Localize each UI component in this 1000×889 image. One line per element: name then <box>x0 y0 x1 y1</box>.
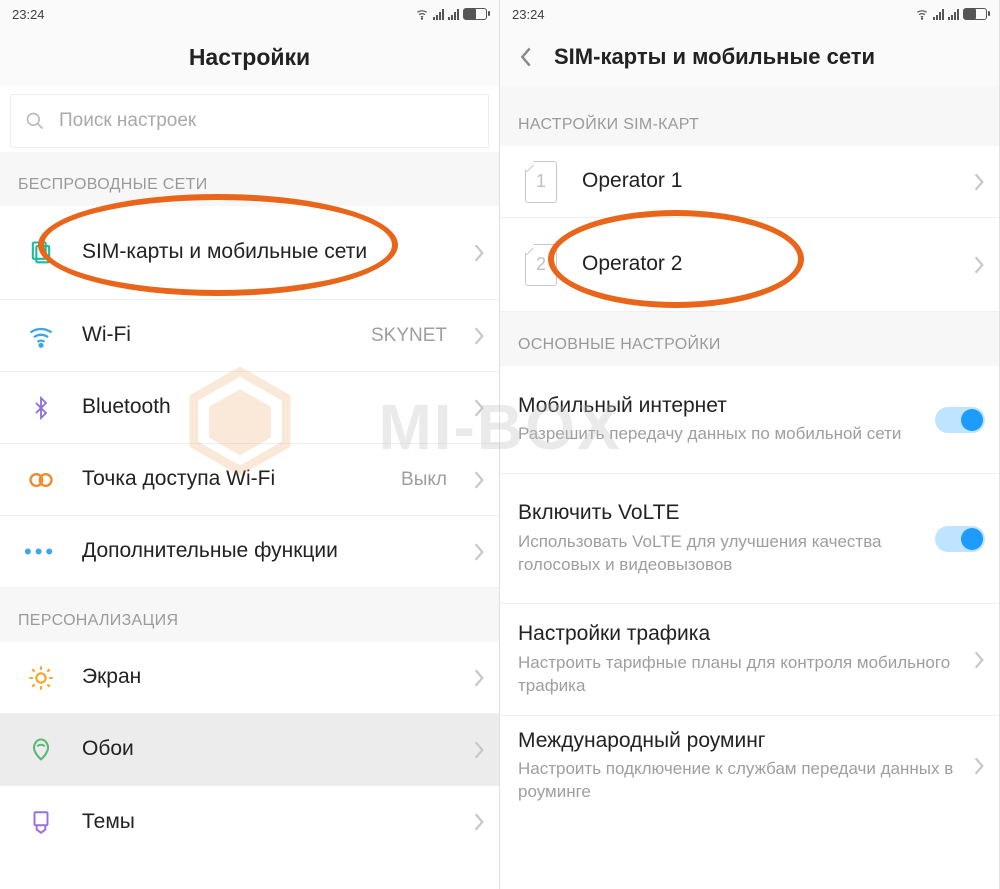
sim-number: 2 <box>536 254 546 275</box>
row-sim1[interactable]: 1 Operator 1 <box>500 146 999 218</box>
row-title: Темы <box>82 809 455 835</box>
search-icon <box>25 111 45 131</box>
row-title: SIM-карты и мобильные сети <box>82 239 455 265</box>
signal-icon <box>448 9 459 20</box>
chevron-right-icon <box>473 812 485 832</box>
wifi-icon <box>415 7 429 21</box>
wallpaper-icon <box>18 736 64 764</box>
row-subtitle: Использовать VoLTE для улучшения качеств… <box>518 531 917 577</box>
row-bluetooth[interactable]: Bluetooth <box>0 372 499 444</box>
chevron-right-icon <box>973 650 985 670</box>
status-time: 23:24 <box>512 7 545 22</box>
section-main: ОСНОВНЫЕ НАСТРОЙКИ <box>500 312 999 366</box>
battery-icon <box>463 8 487 20</box>
battery-icon <box>963 8 987 20</box>
section-personalization: ПЕРСОНАЛИЗАЦИЯ <box>0 588 499 642</box>
sim-number: 1 <box>536 171 546 192</box>
bluetooth-icon <box>18 394 64 422</box>
hotspot-icon <box>18 466 64 494</box>
row-display[interactable]: Экран <box>0 642 499 714</box>
chevron-right-icon <box>473 243 485 263</box>
row-more[interactable]: ••• Дополнительные функции <box>0 516 499 588</box>
row-title: Wi-Fi <box>82 322 353 348</box>
chevron-right-icon <box>973 255 985 275</box>
chevron-right-icon <box>973 756 985 776</box>
status-time: 23:24 <box>12 7 45 22</box>
row-hotspot[interactable]: Точка доступа Wi-Fi Выкл <box>0 444 499 516</box>
more-icon: ••• <box>18 539 64 565</box>
chevron-left-icon <box>519 46 533 68</box>
row-title: Operator 2 <box>582 251 955 277</box>
sim2-icon: 2 <box>518 244 564 286</box>
phone-settings: 23:24 Настройки Поиск настроек БЕСПРОВОД… <box>0 0 500 889</box>
back-button[interactable] <box>514 45 538 69</box>
row-mobile-data[interactable]: Мобильный интернет Разрешить передачу да… <box>500 366 999 474</box>
row-sim-networks[interactable]: SIM-карты и мобильные сети <box>0 206 499 300</box>
row-subtitle: Настроить подключение к службам передачи… <box>518 758 955 804</box>
row-themes[interactable]: Темы <box>0 786 499 858</box>
row-title: Дополнительные функции <box>82 538 455 564</box>
page-title: SIM-карты и мобильные сети <box>554 44 875 70</box>
chevron-right-icon <box>473 398 485 418</box>
signal-icon <box>948 9 959 20</box>
sim1-icon: 1 <box>518 161 564 203</box>
phone-sim-settings: 23:24 SIM-карты и мобильные сети НАСТРОЙ… <box>500 0 1000 889</box>
row-subtitle: Настроить тарифные планы для контроля мо… <box>518 652 955 698</box>
sim-icon <box>18 239 64 267</box>
status-icons <box>415 7 487 21</box>
themes-icon <box>18 808 64 836</box>
row-subtitle: Разрешить передачу данных по мобильной с… <box>518 423 917 446</box>
row-title: Включить VoLTE <box>518 500 917 526</box>
chevron-right-icon <box>473 740 485 760</box>
status-bar: 23:24 <box>0 0 499 28</box>
row-title: Настройки трафика <box>518 621 955 647</box>
section-sim: НАСТРОЙКИ SIM-КАРТ <box>500 86 999 146</box>
row-title: Обои <box>82 736 455 762</box>
search-placeholder: Поиск настроек <box>59 110 196 132</box>
wifi-icon <box>18 322 64 350</box>
toggle-volte[interactable] <box>935 526 985 552</box>
row-title: Bluetooth <box>82 394 455 420</box>
chevron-right-icon <box>973 172 985 192</box>
status-icons <box>915 7 987 21</box>
row-title: Международный роуминг <box>518 728 955 754</box>
header: Настройки <box>0 28 499 86</box>
signal-icon <box>433 9 444 20</box>
page-title: Настройки <box>189 44 310 71</box>
wifi-icon <box>915 7 929 21</box>
row-wifi[interactable]: Wi-Fi SKYNET <box>0 300 499 372</box>
signal-icon <box>933 9 944 20</box>
row-roaming[interactable]: Международный роуминг Настроить подключе… <box>500 716 999 816</box>
toggle-mobile-data[interactable] <box>935 407 985 433</box>
chevron-right-icon <box>473 542 485 562</box>
row-title: Operator 1 <box>582 168 955 194</box>
row-title: Мобильный интернет <box>518 393 917 419</box>
chevron-right-icon <box>473 470 485 490</box>
chevron-right-icon <box>473 326 485 346</box>
chevron-right-icon <box>473 668 485 688</box>
row-value: Выкл <box>401 469 447 491</box>
row-wallpaper[interactable]: Обои <box>0 714 499 786</box>
row-value: SKYNET <box>371 325 447 347</box>
row-volte[interactable]: Включить VoLTE Использовать VoLTE для ул… <box>500 474 999 604</box>
section-wireless: БЕСПРОВОДНЫЕ СЕТИ <box>0 152 499 206</box>
row-title: Экран <box>82 664 455 690</box>
status-bar: 23:24 <box>500 0 999 28</box>
display-icon <box>18 664 64 692</box>
row-title: Точка доступа Wi-Fi <box>82 466 383 492</box>
row-sim2[interactable]: 2 Operator 2 <box>500 218 999 312</box>
header: SIM-карты и мобильные сети <box>500 28 999 86</box>
row-traffic[interactable]: Настройки трафика Настроить тарифные пла… <box>500 604 999 716</box>
search-input[interactable]: Поиск настроек <box>10 94 489 148</box>
